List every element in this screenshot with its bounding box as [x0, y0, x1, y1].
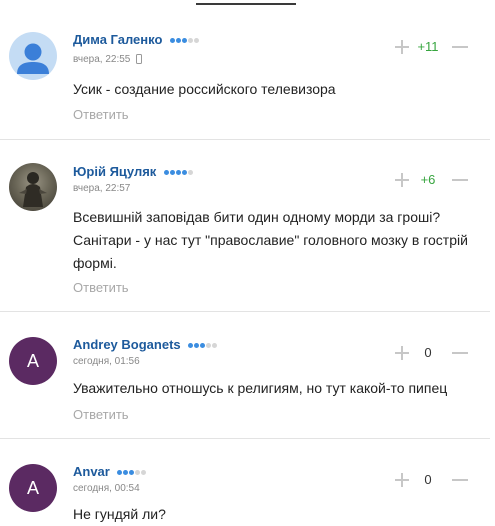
rank-dot — [206, 343, 212, 349]
vote-score: 0 — [424, 345, 432, 360]
author-name[interactable]: Andrey Boganets — [73, 337, 218, 352]
downvote-minus-icon[interactable] — [452, 179, 468, 181]
upvote-plus-icon[interactable] — [395, 346, 409, 360]
comment-text: Не гундяй ли? — [73, 506, 166, 522]
comment-text: Всевишній заповідав бити один одному мор… — [73, 209, 468, 271]
reply-button[interactable]: Ответить — [73, 280, 129, 295]
vote-score: +11 — [417, 39, 439, 54]
rank-dot — [188, 343, 194, 349]
rank-dot — [194, 38, 200, 44]
reply-button[interactable]: Ответить — [73, 107, 129, 122]
author-name-text[interactable]: Дима Галенко — [73, 32, 162, 47]
rank-dot — [187, 170, 193, 176]
vote-score: 0 — [424, 472, 432, 487]
rank-dot — [188, 38, 194, 44]
rank-dots — [188, 343, 218, 349]
rank-dot — [163, 170, 169, 176]
divider — [0, 311, 490, 312]
comment-text: Усик - создание российского телевизора — [73, 81, 336, 97]
rank-dot — [182, 38, 188, 44]
rank-dot — [117, 470, 123, 476]
author-name[interactable]: Дима Галенко — [73, 32, 200, 47]
rank-dot — [141, 470, 147, 476]
divider — [0, 438, 490, 439]
upvote-plus-icon[interactable] — [395, 473, 409, 487]
vote-score: +6 — [420, 172, 436, 187]
comment-time: сегодня, 00:54 — [73, 483, 140, 494]
downvote-minus-icon[interactable] — [452, 352, 468, 354]
comment-text: Уважительно отношусь к религиям, но тут … — [73, 380, 448, 396]
comment-time: вчера, 22:57 — [73, 183, 131, 194]
comment-time: сегодня, 01:56 — [73, 356, 140, 367]
avatar-letter: A — [26, 350, 39, 371]
rank-dot — [194, 343, 200, 349]
rank-dot — [170, 38, 176, 44]
upvote-plus-icon[interactable] — [395, 173, 409, 187]
rank-dots — [163, 170, 193, 176]
rank-dot — [175, 170, 181, 176]
rank-dot — [176, 38, 182, 44]
avatar-letter: A — [26, 477, 39, 498]
comment-meta: вчера, 22:55 — [73, 54, 143, 65]
avatar[interactable] — [9, 32, 57, 80]
author-name[interactable]: Anvar — [73, 464, 147, 479]
rank-dot — [169, 170, 175, 176]
rank-dot — [123, 470, 129, 476]
active-tab-indicator — [196, 3, 296, 5]
warrior-photo-icon — [19, 172, 47, 207]
rank-dots — [170, 38, 200, 44]
upvote-plus-icon[interactable] — [395, 40, 409, 54]
author-name-text[interactable]: Andrey Boganets — [73, 337, 181, 352]
author-name-text[interactable]: Anvar — [73, 464, 110, 479]
rank-dot — [135, 470, 141, 476]
rank-dots — [117, 470, 147, 476]
rank-dot — [200, 343, 206, 349]
user-silhouette-icon — [17, 43, 49, 74]
rank-dot — [212, 343, 218, 349]
divider — [0, 139, 490, 140]
author-name-text[interactable]: Юрій Яцуляк — [73, 164, 156, 179]
downvote-minus-icon[interactable] — [452, 479, 468, 481]
rank-dot — [129, 470, 135, 476]
rank-dot — [181, 170, 187, 176]
avatar[interactable] — [9, 163, 57, 211]
avatar[interactable]: A — [9, 464, 57, 512]
comment-time: вчера, 22:55 — [73, 54, 131, 65]
reply-button[interactable]: Ответить — [73, 407, 129, 422]
avatar[interactable]: A — [9, 337, 57, 385]
author-name[interactable]: Юрій Яцуляк — [73, 164, 193, 179]
downvote-minus-icon[interactable] — [452, 46, 468, 48]
phone-icon — [136, 54, 143, 64]
